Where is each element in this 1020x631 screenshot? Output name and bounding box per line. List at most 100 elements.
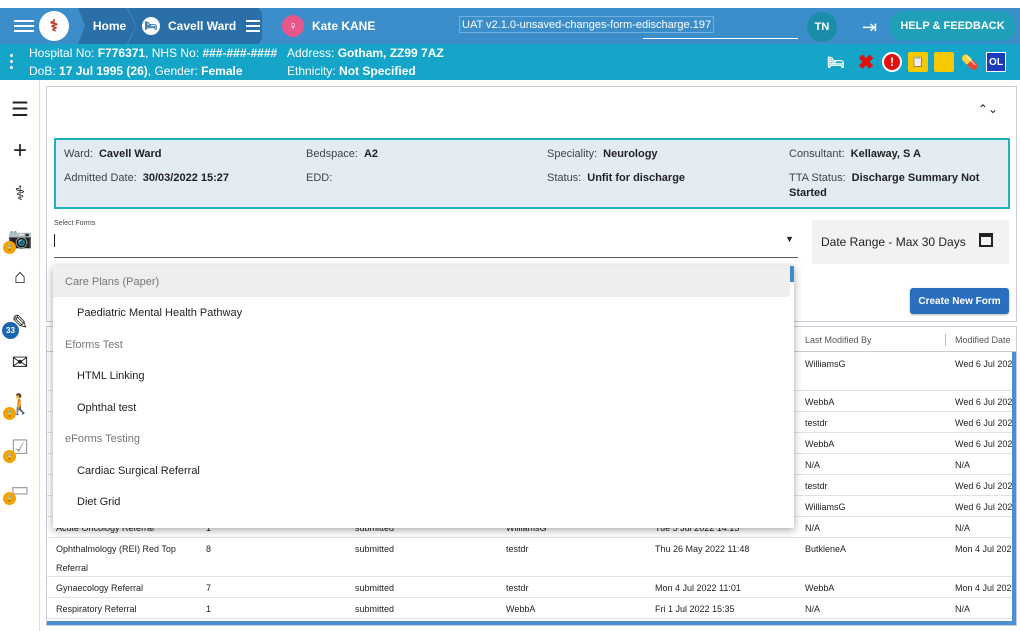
environment-label: UAT v2.1.0-unsaved-changes-form-edischar… <box>459 16 715 33</box>
cell-form-name: Respiratory Referral <box>56 604 137 614</box>
header-last-modified-by[interactable]: Last Modified By <box>805 327 872 352</box>
add-icon[interactable]: + <box>6 137 34 165</box>
discharge-icon[interactable]: 🚶 🔒 <box>3 390 34 420</box>
date-range-picker[interactable]: Date Range - Max 30 Days <box>812 220 1009 264</box>
table-row[interactable]: Respiratory Referral 1 submitted WebbA F… <box>47 598 1016 619</box>
cell-modified-by: WebbA <box>805 439 835 449</box>
cell-modified-by: N/A <box>805 460 821 470</box>
table-vertical-scrollbar[interactable] <box>1012 352 1016 622</box>
dropdown-option[interactable]: Diet Grid <box>53 486 790 517</box>
calendar-icon[interactable] <box>979 233 993 247</box>
ward-label: Ward: <box>64 148 93 160</box>
dob-label: DoB: <box>29 64 56 78</box>
app-logo-icon[interactable]: ⚕ <box>39 11 69 41</box>
tta-value-line2: Started <box>789 187 827 199</box>
dropdown-scrollbar[interactable] <box>790 266 794 282</box>
banner-demographics: DoB: 17 Jul 1995 (26), Gender: Female <box>29 64 243 78</box>
breadcrumb-home[interactable]: Home <box>78 8 136 44</box>
cell-modified-by: ButkleneA <box>805 544 847 554</box>
banner-address: Address: Gotham, ZZ99 7AZ <box>287 46 444 60</box>
select-forms-dropdown: Care Plans (Paper) Paediatric Mental Hea… <box>53 266 794 528</box>
table-row[interactable]: Ophthalmology (REI) Red Top Referral 8 s… <box>47 538 1016 577</box>
banner-identifiers: Hospital No: F776371, NHS No: ###-###-##… <box>29 46 278 60</box>
header-modified-date[interactable]: Modified Date <box>955 327 1011 352</box>
admitted-label: Admitted Date: <box>64 172 137 184</box>
checklist-icon[interactable]: ☑ 🔒 <box>3 433 34 463</box>
lock-icon: 🔒 <box>3 450 16 463</box>
address-value: Gotham, ZZ99 7AZ <box>337 46 444 60</box>
cell-modified-date: Wed 6 Jul 2022 <box>955 359 1017 369</box>
ethnicity-label: Ethnicity: <box>287 64 336 78</box>
cell-modified-by: testdr <box>805 481 828 491</box>
table-horizontal-scrollbar[interactable] <box>47 621 1016 625</box>
camera-icon[interactable]: 📷 🔒 <box>3 224 34 254</box>
table-row[interactable]: Gynaecology Referral 7 submitted testdr … <box>47 577 1016 598</box>
banner-ethnicity: Ethnicity: Not Specified <box>287 64 416 78</box>
cell-modified-date: N/A <box>955 460 971 470</box>
logout-icon[interactable]: ⇥ <box>862 17 877 38</box>
main-menu-icon[interactable] <box>14 17 34 35</box>
ward-field: Ward: Cavell Ward <box>64 148 162 160</box>
user-avatar[interactable]: TN <box>807 12 837 42</box>
forms-count-badge: 33 <box>2 322 19 339</box>
ward-menu-icon[interactable] <box>246 17 261 35</box>
dropdown-arrow-icon[interactable]: ▼ <box>785 234 794 244</box>
inbox-icon[interactable]: ✉ <box>6 348 34 376</box>
breadcrumb-home-label: Home <box>92 19 127 33</box>
id-card-icon[interactable]: ▭ 🔒 <box>3 475 34 505</box>
left-sidebar: ☰ + ⚕ 📷 🔒 ⌂ ✎ 33 ✉ 🚶 🔒 ☑ 🔒 ▭ 🔒 <box>0 80 40 631</box>
date-range-label: Date Range - Max 30 Days <box>821 235 966 249</box>
consultant-field: Consultant: Kellaway, S A <box>789 148 921 160</box>
cell-form-name-cont: Referral <box>56 563 89 573</box>
hospital-no-value: F776371 <box>97 46 146 60</box>
status-field: Status: Unfit for discharge <box>547 172 685 184</box>
dropdown-group-header: eForms Testing <box>65 432 140 445</box>
bed-icon: 🛏 <box>142 17 160 35</box>
alert-icon[interactable]: ! <box>882 52 902 72</box>
dropdown-option[interactable]: Cardiac Surgical Referral <box>53 455 790 486</box>
forms-icon[interactable]: ✎ 33 <box>2 308 34 339</box>
banner-more-icon[interactable] <box>10 54 14 72</box>
clipboard-icon[interactable]: 📋 <box>908 52 928 72</box>
header-separator <box>945 334 946 346</box>
help-feedback-button[interactable]: HELP & FEEDBACK <box>889 11 1016 41</box>
collapse-icon[interactable]: ⌃⌄ <box>978 102 998 116</box>
cell-modified-by: WebbA <box>805 397 835 407</box>
cell-created-date: Fri 1 Jul 2022 15:35 <box>655 604 735 614</box>
stethoscope-icon[interactable]: ⚕ <box>6 179 34 207</box>
gender-label: Gender: <box>154 64 198 78</box>
cell-status: submitted <box>355 604 395 614</box>
speciality-label: Speciality: <box>547 148 598 160</box>
cell-modified-date: N/A <box>955 523 971 533</box>
nhs-no-label: NHS No: <box>151 46 200 60</box>
banner-alert-icons: 🛏 ✖ ! 📋 💊 OL <box>822 52 1006 74</box>
select-forms-input[interactable]: Select Forms ▼ <box>54 220 798 258</box>
cell-version: 1 <box>206 604 212 614</box>
cell-created-date: Thu 26 May 2022 11:48 <box>655 544 750 554</box>
cell-created-by: WebbA <box>506 604 536 614</box>
ethnicity-value: Not Specified <box>339 64 416 78</box>
bed-status-icon[interactable]: 🛏 <box>822 52 850 72</box>
tta-value-line1: Discharge Summary Not <box>851 172 980 184</box>
resus-status-icon[interactable]: ✖ <box>856 52 876 74</box>
dropdown-option[interactable]: Ophthal test <box>53 392 790 423</box>
lock-icon: 🔒 <box>3 492 16 505</box>
female-patient-icon: ♀ <box>282 15 304 37</box>
breadcrumb-ward[interactable]: 🛏 Cavell Ward <box>128 8 270 44</box>
home-icon[interactable]: ⌂ <box>6 263 34 291</box>
edd-field: EDD: <box>306 172 338 184</box>
medication-icon[interactable]: 💊 <box>960 52 980 72</box>
lock-icon: 🔒 <box>3 241 16 254</box>
dropdown-option[interactable]: HTML Linking <box>53 360 790 391</box>
breadcrumb-patient[interactable]: ♀ Kate KANE <box>262 8 457 44</box>
ol-badge-icon[interactable]: OL <box>986 52 1006 72</box>
cell-modified-date: Wed 6 Jul 2022 <box>955 418 1017 428</box>
list-icon[interactable]: ☰ <box>6 95 34 123</box>
tta-field: TTA Status: Discharge Summary Not <box>789 172 979 184</box>
documents-icon[interactable] <box>934 52 954 72</box>
tta-field-cont: Started <box>789 187 827 199</box>
bedspace-label: Bedspace: <box>306 148 358 160</box>
create-new-form-button[interactable]: Create New Form <box>910 288 1009 314</box>
dropdown-option[interactable]: Paediatric Mental Health Pathway <box>53 297 790 328</box>
speciality-value: Neurology <box>603 148 658 160</box>
